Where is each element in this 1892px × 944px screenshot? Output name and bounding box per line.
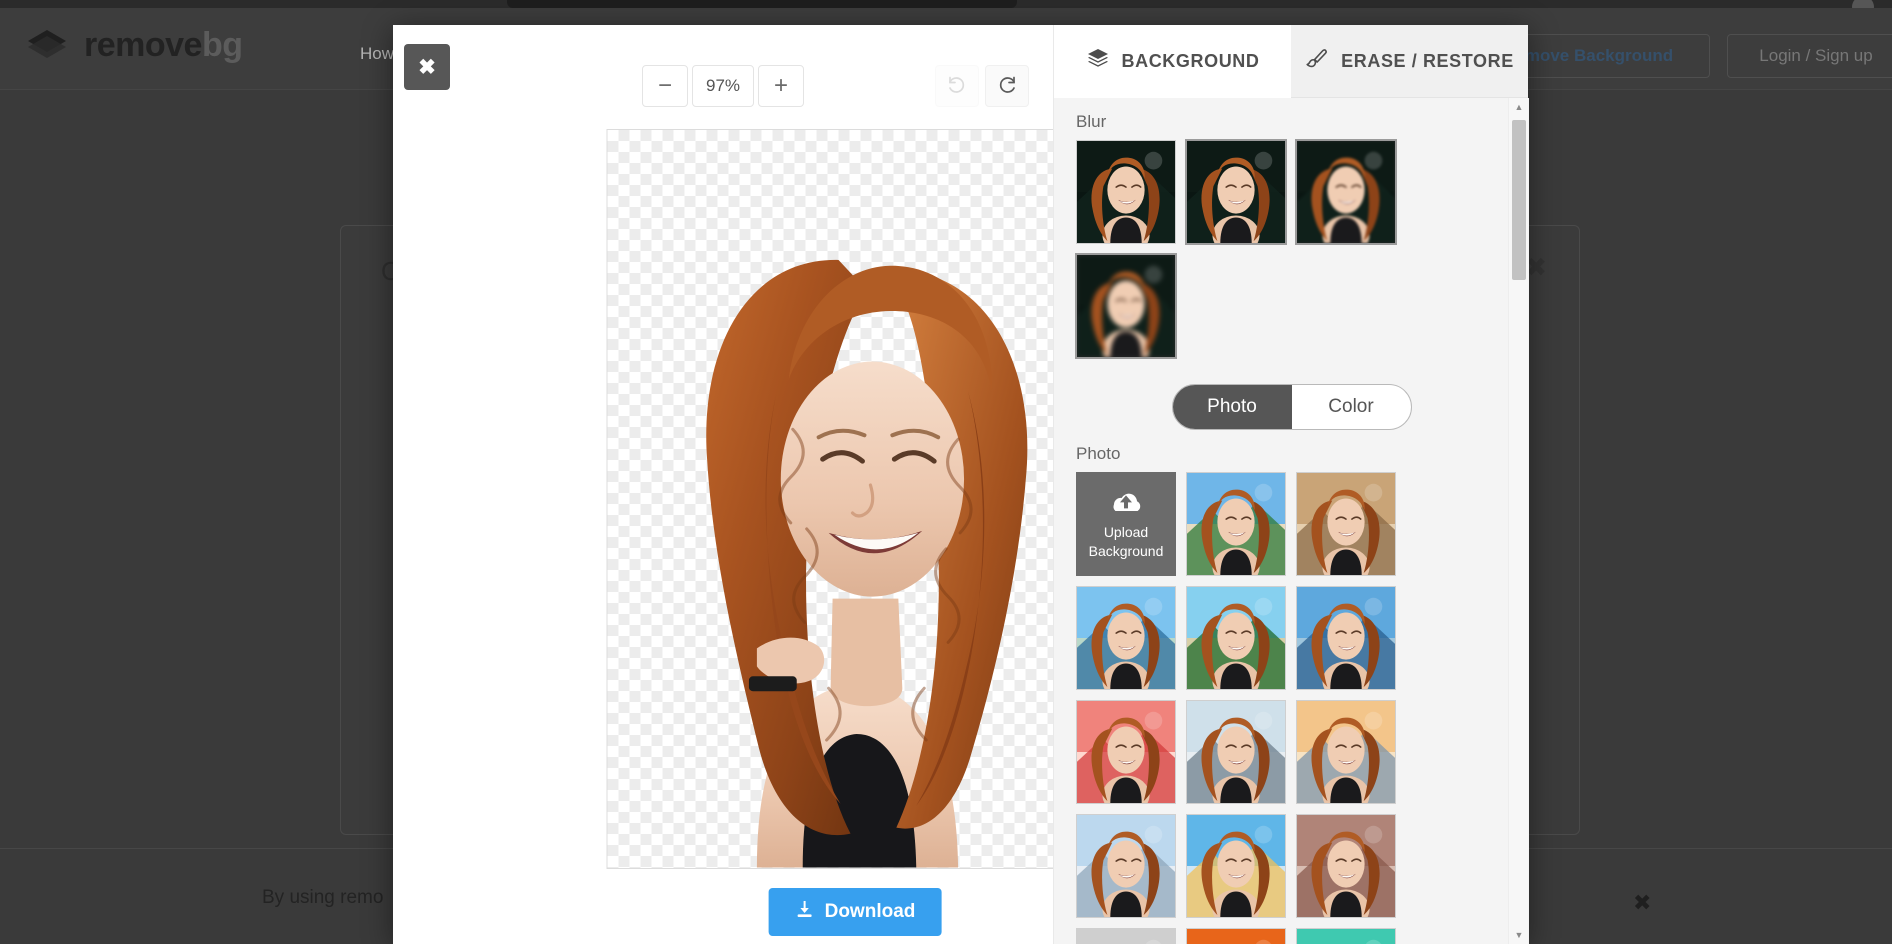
thumbnail-preview: [1187, 929, 1285, 944]
thumbnail-preview: [1297, 141, 1395, 243]
blur-thumb-3[interactable]: [1295, 139, 1397, 245]
photo-thumb-grayscale-street[interactable]: [1076, 928, 1176, 944]
panel-tab-bar: BACKGROUND ERASE / RESTORE: [1054, 25, 1528, 98]
photo-thumb-warm-arch[interactable]: [1296, 472, 1396, 576]
thumbnail-preview: [1297, 929, 1395, 944]
logo-text: removebg: [84, 22, 243, 68]
thumbnail-preview: [1187, 587, 1285, 689]
background-editor-modal: ✖ − 97% + Download BACKGROUND ERASE / RE…: [393, 25, 1529, 944]
toggle-color[interactable]: Color: [1292, 385, 1411, 429]
logo-diamond-icon: [24, 22, 70, 68]
chevron-up-icon[interactable]: ▲: [1509, 98, 1529, 116]
photo-thumb-tower-sky[interactable]: [1076, 814, 1176, 918]
logo-text-main: remove: [84, 26, 202, 64]
cookie-consent-text: By using remo: [262, 887, 384, 908]
thumbnail-preview: [1297, 701, 1395, 803]
thumbnail-preview: [1187, 473, 1285, 575]
photo-thumb-brick-wall[interactable]: [1296, 814, 1396, 918]
scrollbar-thumb[interactable]: [1512, 120, 1526, 280]
thumbnail-preview: [1187, 815, 1285, 917]
photo-section-label: Photo: [1076, 444, 1121, 463]
photo-thumb-sunset-clouds[interactable]: [1296, 700, 1396, 804]
browser-tab[interactable]: [507, 0, 1017, 8]
photo-thumb-tropical-palms[interactable]: [1186, 586, 1286, 690]
blur-section-label: Blur: [1076, 112, 1107, 131]
thumbnail-preview: [1187, 141, 1285, 243]
undo-icon: [945, 73, 969, 100]
photo-thumb-red-bokeh[interactable]: [1076, 700, 1176, 804]
download-button-label: Download: [824, 901, 916, 922]
toggle-photo[interactable]: Photo: [1172, 385, 1292, 429]
source-toggle-wrap: Photo Color: [1054, 384, 1529, 430]
blur-thumb-1[interactable]: [1076, 140, 1176, 244]
tab-erase-restore[interactable]: ERASE / RESTORE: [1291, 25, 1528, 98]
tab-background-label: BACKGROUND: [1121, 50, 1260, 71]
thumbnail-preview: [1077, 587, 1175, 689]
photo-thumb-beach-palms[interactable]: [1186, 472, 1286, 576]
login-signup-button[interactable]: Login / Sign up: [1727, 34, 1892, 78]
undo-button[interactable]: [935, 65, 979, 107]
photo-thumb-colorful-toys[interactable]: [1296, 928, 1396, 944]
photo-thumb-lake-mountains[interactable]: [1296, 586, 1396, 690]
upload-line-2: Background: [1088, 542, 1164, 559]
thumbnail-preview: [1187, 701, 1285, 803]
image-canvas[interactable]: [606, 129, 1104, 869]
thumbnail-preview: [1297, 473, 1395, 575]
brush-icon: [1305, 47, 1329, 76]
history-controls: [935, 65, 1029, 107]
editor-side-panel: BACKGROUND ERASE / RESTORE Blur Photo Co…: [1053, 25, 1529, 944]
cloud-upload-icon: [1107, 489, 1145, 522]
thumbnail-preview: [1297, 815, 1395, 917]
close-icon[interactable]: ✖: [1633, 890, 1651, 916]
zoom-in-button[interactable]: +: [758, 65, 804, 107]
download-button[interactable]: Download: [768, 888, 942, 936]
panel-scroll-content[interactable]: Blur Photo Color Photo Upload Background: [1054, 98, 1529, 944]
photo-thumb-city-bay[interactable]: [1076, 586, 1176, 690]
redo-button[interactable]: [985, 65, 1029, 107]
subject-cutout: [706, 259, 1028, 868]
site-logo[interactable]: removebg: [24, 22, 243, 68]
source-type-toggle: Photo Color: [1171, 384, 1412, 430]
editor-canvas-column: ✖ − 97% + Download: [393, 25, 1104, 944]
zoom-out-button[interactable]: −: [642, 65, 688, 107]
thumbnail-preview: [1077, 701, 1175, 803]
panel-scrollbar[interactable]: ▲ ▼: [1508, 98, 1528, 944]
photo-thumb-autumn-leaves[interactable]: [1186, 928, 1286, 944]
layers-icon: [1086, 47, 1110, 76]
browser-chrome: [0, 0, 1892, 18]
blur-thumb-4[interactable]: [1075, 253, 1177, 359]
zoom-level-value[interactable]: 97%: [692, 65, 754, 107]
nav-how-to-use[interactable]: How: [360, 44, 394, 64]
chevron-down-icon[interactable]: ▼: [1509, 926, 1529, 944]
thumbnail-preview: [1077, 815, 1175, 917]
download-icon: [795, 899, 815, 925]
photo-thumb-winter-city[interactable]: [1186, 700, 1286, 804]
upload-background-button[interactable]: Upload Background: [1076, 472, 1176, 576]
photo-thumbnail-grid: Upload Background: [1054, 472, 1496, 944]
upload-line-1: Upload: [1103, 524, 1149, 541]
blur-thumbnail-grid: [1054, 139, 1496, 359]
photo-thumb-golden-sky[interactable]: [1186, 814, 1286, 918]
thumbnail-preview: [1077, 929, 1175, 944]
tab-erase-restore-label: ERASE / RESTORE: [1341, 50, 1514, 71]
thumbnail-preview: [1077, 255, 1175, 357]
blur-thumb-2[interactable]: [1185, 139, 1287, 245]
thumbnail-preview: [1077, 141, 1175, 243]
tab-background[interactable]: BACKGROUND: [1054, 25, 1291, 98]
thumbnail-preview: [1297, 587, 1395, 689]
logo-text-accent: bg: [201, 26, 243, 64]
redo-icon: [995, 73, 1019, 100]
